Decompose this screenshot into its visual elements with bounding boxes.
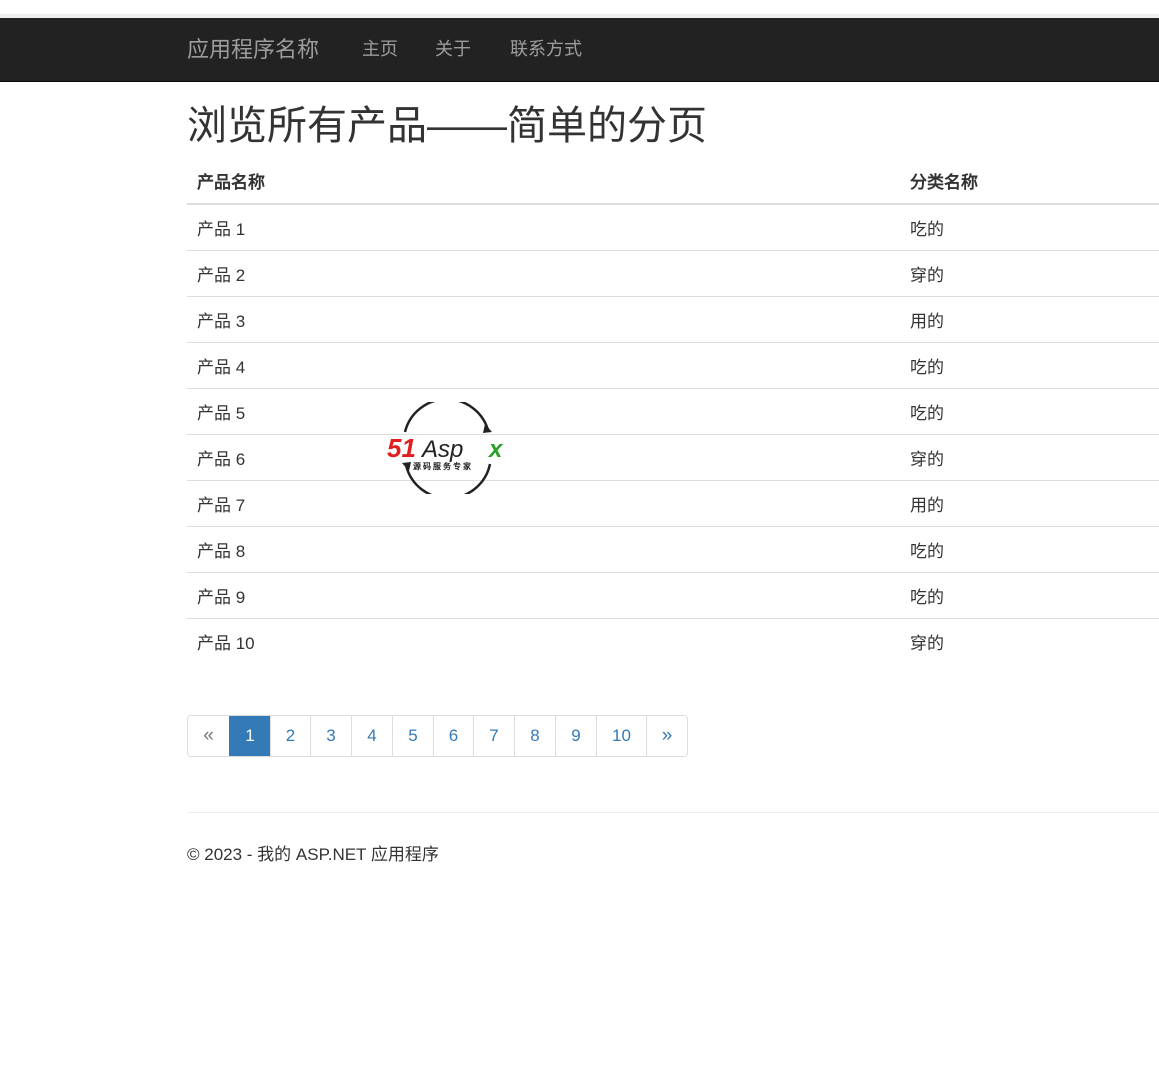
pagination-page-5[interactable]: 5	[392, 716, 433, 756]
pagination-page-7[interactable]: 7	[473, 716, 514, 756]
product-name-cell: 产品 4	[187, 341, 900, 388]
pagination-page-2[interactable]: 2	[270, 716, 310, 756]
pagination-page-4[interactable]: 4	[351, 716, 392, 756]
table-row: 产品 2 穿的	[187, 249, 1159, 296]
product-name-cell: 产品 1	[197, 219, 246, 239]
svg-text:Asp: Asp	[420, 436, 463, 463]
table-row: 产品 6 穿的	[187, 433, 1159, 480]
nav-link-contact[interactable]: 联系方式	[510, 18, 582, 81]
nav-link-about[interactable]: 关于	[435, 18, 471, 81]
page-title: 浏览所有产品——简单的分页	[187, 104, 707, 148]
pagination-prev-button[interactable]: «	[188, 716, 229, 756]
column-header-product-name: 产品名称	[187, 158, 900, 205]
category-name-cell: 穿的	[900, 617, 1159, 664]
category-name-cell: 穿的	[900, 433, 1159, 480]
navbar: 应用程序名称 主页 关于 联系方式	[0, 18, 1159, 82]
pagination-page-8[interactable]: 8	[514, 716, 555, 756]
table-row: 产品 10 穿的	[187, 617, 1159, 664]
watermark-logo: 51 Asp x 源码服务专家	[387, 402, 504, 494]
column-header-category-name: 分类名称	[900, 158, 1159, 205]
category-name-cell: 吃的	[900, 341, 1159, 388]
product-name-cell: 产品 3	[187, 295, 900, 342]
category-name-cell: 穿的	[900, 249, 1159, 296]
footer-copyright: © 2023 - 我的 ASP.NET 应用程序	[187, 845, 439, 864]
pagination-page-9[interactable]: 9	[555, 716, 596, 756]
category-name-cell: 用的	[900, 295, 1159, 342]
category-name-cell: 吃的	[900, 387, 1159, 434]
table-row: 产品 7 用的	[187, 479, 1159, 526]
pagination-page-10[interactable]: 10	[596, 716, 646, 756]
table-row: 产品 5 吃的	[187, 387, 1159, 434]
table-header-row: 产品名称 分类名称	[187, 158, 1159, 205]
table-row: 产品 3 用的	[187, 295, 1159, 342]
table-row: 产品 4 吃的	[187, 341, 1159, 388]
product-name-cell: 产品 7	[187, 479, 900, 526]
pagination-page-3[interactable]: 3	[310, 716, 351, 756]
category-name-cell: 吃的	[900, 571, 1159, 618]
pagination-page-6[interactable]: 6	[433, 716, 473, 756]
browser-top-strip	[0, 0, 1159, 18]
pagination: « 1 2 3 4 5 6 7 8 9 10 »	[187, 715, 688, 757]
table-row: 产品 9 吃的	[187, 571, 1159, 618]
nav-link-home[interactable]: 主页	[362, 18, 398, 81]
category-name-cell: 吃的	[910, 219, 944, 239]
products-table: 产品名称 分类名称 产品 1 吃的 产品 2 穿的 产品 3 用的 产品 4 吃…	[187, 158, 1159, 664]
category-name-cell: 用的	[900, 479, 1159, 526]
table-row: 产品 8 吃的	[187, 525, 1159, 572]
svg-text:x: x	[487, 436, 504, 463]
table-row: 产品 1 吃的	[187, 204, 1159, 250]
product-name-cell: 产品 10	[187, 617, 900, 664]
product-name-cell: 产品 5	[187, 387, 900, 434]
pagination-next-button[interactable]: »	[646, 716, 687, 756]
svg-text:源码服务专家: 源码服务专家	[413, 461, 473, 471]
product-name-cell: 产品 2	[187, 249, 900, 296]
pagination-page-1[interactable]: 1	[229, 716, 270, 756]
category-name-cell: 吃的	[900, 525, 1159, 572]
footer-divider	[187, 812, 1159, 813]
navbar-brand[interactable]: 应用程序名称	[187, 18, 319, 81]
product-name-cell: 产品 9	[187, 571, 900, 618]
product-name-cell: 产品 6	[187, 433, 900, 480]
product-name-cell: 产品 8	[187, 525, 900, 572]
svg-text:51: 51	[387, 433, 416, 463]
